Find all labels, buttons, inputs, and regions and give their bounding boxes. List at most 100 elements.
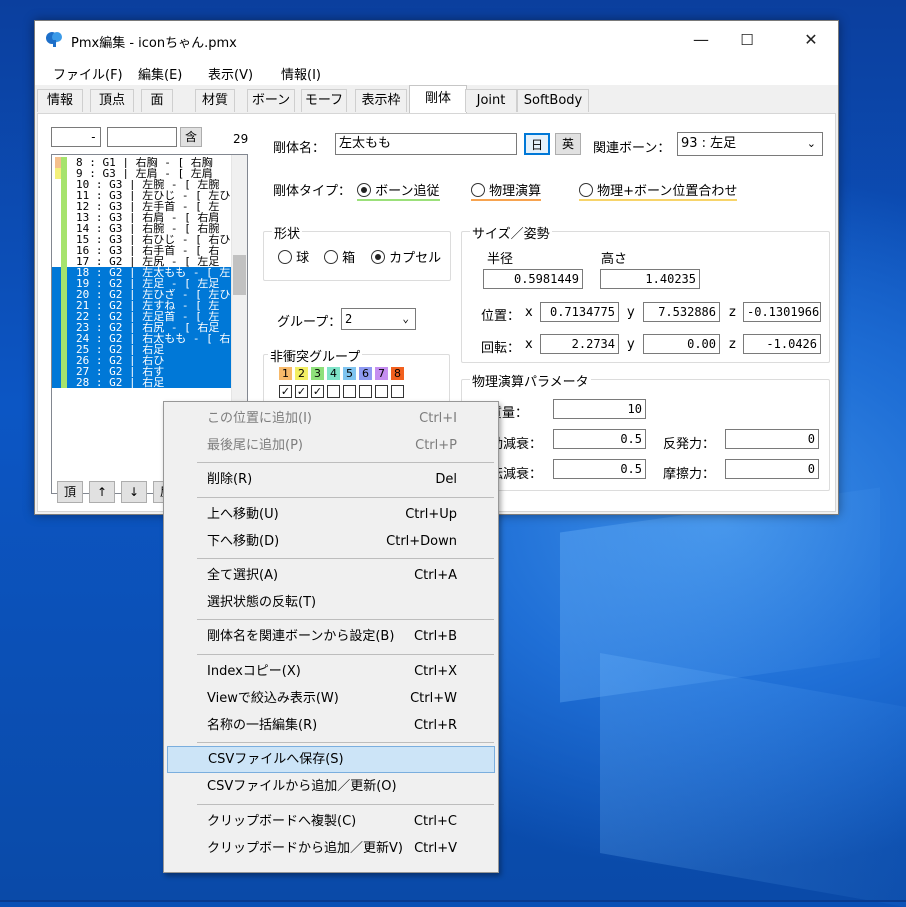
no-collision-checkbox[interactable]: ✓	[295, 385, 308, 398]
tab-bone[interactable]: ボーン	[247, 89, 295, 112]
close-button[interactable]: ✕	[788, 21, 834, 59]
list-item[interactable]: 21 : G2 | 左すね - [ 左	[52, 300, 247, 311]
filter-minus-field[interactable]: -	[51, 127, 101, 147]
context-menu-item[interactable]: 剛体名を関連ボーンから設定(B) Ctrl+B	[167, 623, 495, 650]
mass-input[interactable]: 10	[553, 399, 646, 419]
menu-item-label: 最後尾に追加(P)	[207, 438, 303, 454]
no-collision-checkbox[interactable]	[391, 385, 404, 398]
tab-softbody[interactable]: SoftBody	[517, 89, 589, 112]
tab-face[interactable]: 面	[141, 89, 173, 112]
list-item[interactable]: 12 : G3 | 左手首 - [ 左	[52, 201, 247, 212]
rotation-y-input[interactable]: 0.00	[643, 334, 720, 354]
title-bar[interactable]: Pmx編集 - iconちゃん.pmx — ☐ ✕	[35, 21, 838, 59]
context-menu-item[interactable]: クリップボードへ複製(C) Ctrl+C	[167, 808, 495, 835]
rotation-damping-input[interactable]: 0.5	[553, 459, 646, 479]
list-item[interactable]: 8 : G1 | 右胸 - [ 右胸	[52, 157, 247, 168]
position-z-input[interactable]: -0.1301966	[743, 302, 821, 322]
context-menu-item[interactable]: 名称の一括編集(R) Ctrl+R	[167, 712, 495, 739]
type-color-swatch	[61, 267, 67, 278]
list-item[interactable]: 9 : G3 | 左肩 - [ 左肩	[52, 168, 247, 179]
no-collision-checkbox[interactable]: ✓	[279, 385, 292, 398]
shape-capsule-radio[interactable]: カプセル	[371, 247, 441, 266]
list-item[interactable]: 23 : G2 | 右尻 - [ 右足	[52, 322, 247, 333]
list-item[interactable]: 16 : G3 | 右手首 - [ 右	[52, 245, 247, 256]
list-item[interactable]: 28 : G2 | 右足	[52, 377, 247, 388]
menu-edit[interactable]: 編集(E)	[138, 64, 182, 83]
radius-input[interactable]: 0.5981449	[483, 269, 583, 289]
list-item[interactable]: 17 : G2 | 左尻 - [ 左足	[52, 256, 247, 267]
japanese-name-button[interactable]: 日	[524, 133, 550, 155]
context-menu-item[interactable]: 最後尾に追加(P) Ctrl+P	[167, 432, 495, 459]
rotation-z-input[interactable]: -1.0426	[743, 334, 821, 354]
context-menu-item[interactable]: 下へ移動(D) Ctrl+Down	[167, 528, 495, 555]
menu-separator	[197, 462, 494, 464]
height-input[interactable]: 1.40235	[600, 269, 700, 289]
list-item[interactable]: 11 : G3 | 左ひじ - [ 左ひ	[52, 190, 247, 201]
type-bone-follow-radio[interactable]: ボーン追従	[357, 180, 440, 201]
group-select[interactable]: 2 ⌄	[341, 308, 416, 330]
related-bone-select[interactable]: 93 : 左足 ⌄	[677, 132, 823, 156]
list-item[interactable]: 20 : G2 | 左ひざ - [ 左ひ	[52, 289, 247, 300]
restitution-input[interactable]: 0	[725, 429, 819, 449]
type-physics-radio[interactable]: 物理演算	[471, 180, 542, 201]
type-color-swatch	[61, 289, 67, 300]
position-x-input[interactable]: 0.7134775	[540, 302, 619, 322]
shape-sphere-radio[interactable]: 球	[278, 247, 309, 266]
context-menu-item[interactable]: この位置に追加(I) Ctrl+I	[167, 405, 495, 432]
tab-display-frame[interactable]: 表示枠	[355, 89, 407, 112]
context-menu-item[interactable]: Viewで絞込み表示(W) Ctrl+W	[167, 685, 495, 712]
list-down-button[interactable]: ↓	[121, 481, 147, 503]
context-menu-item[interactable]: 削除(R) Del	[167, 466, 495, 493]
shape-box-radio[interactable]: 箱	[324, 247, 355, 266]
list-up-button[interactable]: ↑	[89, 481, 115, 503]
context-menu-item[interactable]: クリップボードから追加／更新V) Ctrl+V	[167, 835, 495, 862]
no-collision-checkbox[interactable]: ✓	[311, 385, 324, 398]
list-item[interactable]: 14 : G3 | 右腕 - [ 右腕	[52, 223, 247, 234]
context-menu-item[interactable]: CSVファイルから追加／更新(O)	[167, 773, 495, 800]
list-item[interactable]: 24 : G2 | 右太もも - [ 右	[52, 333, 247, 344]
body-name-input[interactable]: 左太もも	[335, 133, 517, 155]
menu-file[interactable]: ファイル(F)	[53, 64, 123, 83]
list-top-button[interactable]: 頂	[57, 481, 83, 503]
scrollbar-thumb[interactable]	[233, 255, 246, 295]
minimize-button[interactable]: —	[678, 21, 724, 59]
no-collision-checkbox[interactable]	[327, 385, 340, 398]
context-menu-item[interactable]: 全て選択(A) Ctrl+A	[167, 562, 495, 589]
list-item[interactable]: 22 : G2 | 左足首 - [ 左	[52, 311, 247, 322]
no-collision-checkbox[interactable]	[359, 385, 372, 398]
menu-item-label: クリップボードへ複製(C)	[207, 813, 357, 829]
list-item[interactable]: 13 : G3 | 右肩 - [ 右肩	[52, 212, 247, 223]
move-damping-input[interactable]: 0.5	[553, 429, 646, 449]
list-item[interactable]: 25 : G2 | 右足	[52, 344, 247, 355]
context-menu-item[interactable]: Indexコピー(X) Ctrl+X	[167, 658, 495, 685]
tab-joint[interactable]: Joint	[465, 89, 517, 112]
filter-text-field[interactable]	[107, 127, 177, 147]
friction-input[interactable]: 0	[725, 459, 819, 479]
maximize-button[interactable]: ☐	[724, 21, 770, 59]
menu-view[interactable]: 表示(V)	[208, 64, 253, 83]
context-menu-item[interactable]: CSVファイルへ保存(S)	[167, 746, 495, 774]
list-item[interactable]: 15 : G3 | 右ひじ - [ 右ひ	[52, 234, 247, 245]
context-menu-item[interactable]: 上へ移動(U) Ctrl+Up	[167, 501, 495, 528]
context-menu-item[interactable]: 選択状態の反転(T)	[167, 589, 495, 616]
rotation-x-input[interactable]: 2.2734	[540, 334, 619, 354]
tab-morph[interactable]: モーフ	[301, 89, 347, 112]
english-name-button[interactable]: 英	[555, 133, 581, 155]
list-item[interactable]: 10 : G3 | 左腕 - [ 左腕	[52, 179, 247, 190]
list-item-label: 13 : G3 | 右肩 - [ 右肩	[76, 212, 220, 223]
no-collision-checkbox[interactable]	[375, 385, 388, 398]
list-item[interactable]: 18 : G2 | 左太もも - [ 左	[52, 267, 247, 278]
tab-info[interactable]: 情報	[37, 89, 83, 112]
tab-material[interactable]: 材質	[195, 89, 235, 112]
type-physics-bone-radio[interactable]: 物理+ボーン位置合わせ	[579, 180, 738, 201]
type-color-swatch	[61, 168, 67, 179]
filter-include-button[interactable]: 含	[180, 127, 202, 147]
tab-rigid-body[interactable]: 剛体	[409, 85, 467, 114]
list-item[interactable]: 19 : G2 | 左足 - [ 左足	[52, 278, 247, 289]
position-y-input[interactable]: 7.532886	[643, 302, 720, 322]
menu-info[interactable]: 情報(I)	[281, 64, 321, 83]
no-collision-checkbox[interactable]	[343, 385, 356, 398]
list-item[interactable]: 26 : G2 | 右ひ	[52, 355, 247, 366]
tab-vertex[interactable]: 頂点	[90, 89, 134, 112]
list-item[interactable]: 27 : G2 | 右す	[52, 366, 247, 377]
